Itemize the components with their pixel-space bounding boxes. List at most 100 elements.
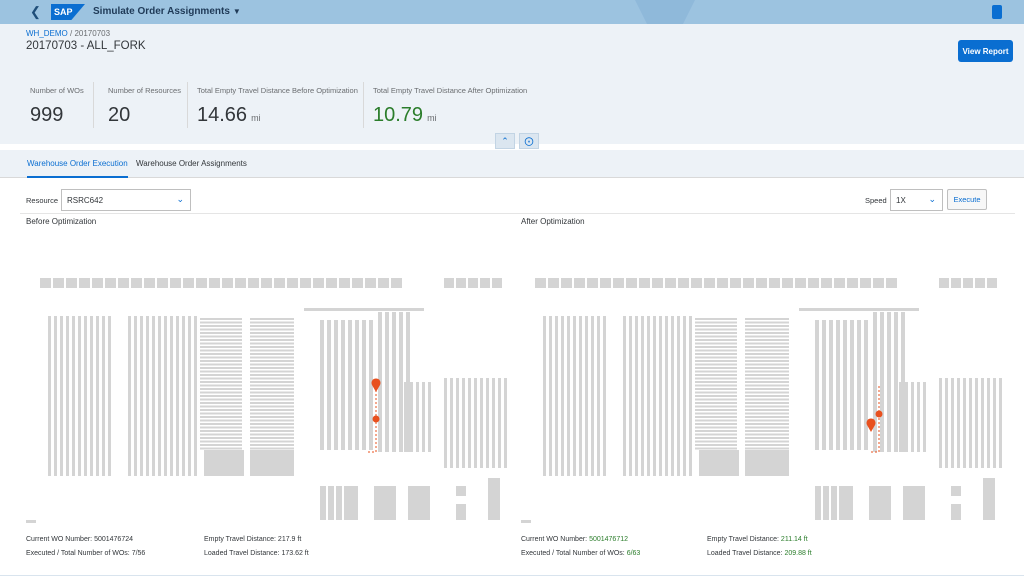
rack-aisle xyxy=(72,316,75,476)
speed-select[interactable]: 1X ⌄ xyxy=(890,189,943,211)
breadcrumb-link[interactable]: WH_DEMO xyxy=(26,29,68,38)
aisle-gap xyxy=(558,392,561,396)
rack-row xyxy=(200,346,242,348)
rack-row xyxy=(695,391,737,394)
rack-block xyxy=(248,278,259,288)
rack-row xyxy=(250,384,294,387)
rack-block xyxy=(66,278,77,288)
view-report-button[interactable]: View Report xyxy=(958,40,1013,62)
rack-row xyxy=(200,353,242,355)
rack-block xyxy=(983,478,995,520)
rack-aisle xyxy=(641,316,644,476)
rack-aisle xyxy=(194,316,197,476)
pin-icon[interactable]: ⨀ xyxy=(519,133,539,149)
aisle-gap xyxy=(57,392,60,396)
rack-row xyxy=(250,335,294,338)
chevron-down-icon: ⌄ xyxy=(176,194,184,204)
kpi-label: Total Empty Travel Distance Before Optim… xyxy=(197,86,358,95)
rack-block xyxy=(339,278,350,288)
rack-aisle xyxy=(917,382,920,452)
app-title-menu[interactable]: Simulate Order Assignments ▼ xyxy=(93,6,241,17)
rack-row xyxy=(745,444,789,446)
rack-row xyxy=(695,384,737,387)
rack-row xyxy=(695,381,737,383)
rack-aisle xyxy=(348,320,352,450)
rack-row xyxy=(745,433,789,436)
chevron-up-icon[interactable]: ⌃ xyxy=(495,133,515,149)
rack-aisle xyxy=(822,320,826,450)
rack-block xyxy=(886,278,897,288)
shell-notch xyxy=(635,0,695,24)
rack-row xyxy=(745,370,789,373)
aisle-gap xyxy=(111,392,114,396)
rack-block xyxy=(521,520,531,523)
kpi-value: 10.79 mi xyxy=(373,104,437,127)
stat-value: 5001476724 xyxy=(94,536,134,543)
rack-block xyxy=(456,504,466,520)
stat-value: 209.88 ft xyxy=(784,550,812,557)
after-title: After Optimization xyxy=(521,217,585,226)
rack-row xyxy=(695,339,737,341)
rack-block xyxy=(350,486,358,520)
rack-row xyxy=(250,398,294,401)
kpi-value: 20 xyxy=(108,104,131,126)
rack-aisle xyxy=(635,316,638,476)
speed-label: Speed xyxy=(865,196,887,205)
rack-aisle xyxy=(981,378,984,468)
rack-row xyxy=(695,388,737,390)
rack-row xyxy=(200,367,242,369)
rack-aisle xyxy=(134,316,137,476)
rack-row xyxy=(695,419,737,422)
rack-block xyxy=(903,486,925,520)
rack-row xyxy=(695,332,737,334)
rack-aisle xyxy=(671,316,674,476)
rack-block xyxy=(730,278,741,288)
rack-row xyxy=(745,412,789,415)
resource-select[interactable]: RSRC642 ⌄ xyxy=(61,189,191,211)
rack-row xyxy=(695,433,737,436)
back-icon[interactable]: ❮ xyxy=(30,5,44,19)
rack-aisle xyxy=(603,316,606,476)
rack-aisle xyxy=(647,316,650,476)
user-icon[interactable] xyxy=(992,5,1002,19)
rack-aisle xyxy=(444,378,447,468)
rack-row xyxy=(745,388,789,390)
resource-label: Resource xyxy=(26,196,59,205)
rack-row xyxy=(745,339,789,341)
stat-label: Loaded Travel Distance: xyxy=(707,550,783,557)
rack-block xyxy=(821,278,832,288)
rack-block xyxy=(328,486,334,520)
rack-row xyxy=(200,342,242,345)
execute-button[interactable]: Execute xyxy=(947,189,987,210)
rack-block xyxy=(183,278,194,288)
before-current-wo: Current WO Number: 5001476724 xyxy=(26,536,133,543)
rack-row xyxy=(200,377,242,380)
breadcrumb-current: 20170703 xyxy=(74,29,111,38)
rack-row xyxy=(745,318,789,320)
aisle-gap xyxy=(594,392,597,396)
stat-value: 7/56 xyxy=(131,550,146,557)
rack-block xyxy=(313,278,324,288)
rack-row xyxy=(745,374,789,376)
rack-row xyxy=(250,349,294,352)
kpi-value: 999 xyxy=(30,104,64,126)
resource-position-icon xyxy=(372,415,380,423)
tab-warehouse-order-execution[interactable]: Warehouse Order Execution xyxy=(27,159,128,178)
rack-row xyxy=(200,447,242,450)
rack-aisle xyxy=(815,320,819,450)
tab-warehouse-order-assignments[interactable]: Warehouse Order Assignments xyxy=(136,159,247,168)
rack-block xyxy=(951,278,961,288)
rack-aisle xyxy=(182,316,185,476)
rack-block xyxy=(561,278,572,288)
rack-block xyxy=(600,278,611,288)
aisle-gap xyxy=(87,392,90,396)
page-title: 20170703 - ALL_FORK xyxy=(26,40,146,52)
rack-block xyxy=(795,278,806,288)
rack-block xyxy=(408,486,430,520)
rack-row xyxy=(200,388,242,390)
rack-row xyxy=(200,325,242,327)
rack-row xyxy=(695,430,737,432)
rack-block xyxy=(144,278,155,288)
rack-row xyxy=(250,419,294,422)
rack-row xyxy=(745,430,789,432)
